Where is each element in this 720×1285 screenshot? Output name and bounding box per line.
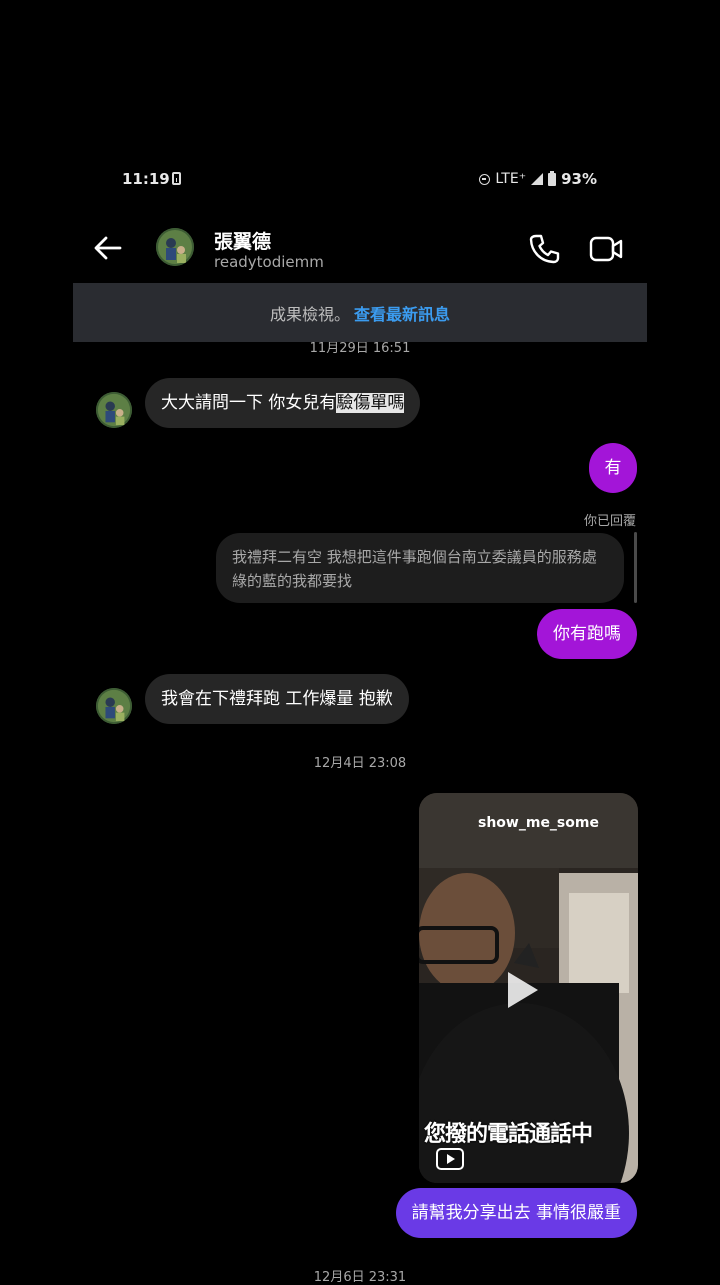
message-bubble-outgoing[interactable]: 你有跑嗎 [537,609,637,659]
signal-icon [531,173,544,185]
reel-author[interactable]: show_me_some [478,815,599,831]
view-latest-messages-link[interactable]: 查看最新訊息 [354,301,450,325]
contact-username[interactable]: readytodiemm [214,253,324,271]
reel-caption: 您撥的電話通話中 [424,1122,593,1147]
avatar[interactable] [96,392,132,428]
battery-icon [548,170,557,186]
message-bubble-incoming[interactable]: 我會在下禮拜跑 工作爆量 抱歉 [145,674,409,724]
message-bubble-outgoing[interactable]: 有 [589,443,637,493]
video-call-icon[interactable] [588,232,624,266]
avatar[interactable] [96,688,132,724]
do-not-disturb-icon [479,173,491,185]
play-icon[interactable] [508,972,538,1008]
timestamp: 12月4日 23:08 [313,756,407,771]
message-text: 大大請問一下 你女兒有 [161,393,337,413]
reply-label: 你已回覆 [583,514,636,529]
reels-icon [436,1148,464,1170]
new-messages-banner: 成果檢視。 查看最新訊息 [73,283,647,342]
quoted-reply[interactable]: 我禮拜二有空 我想把這件事跑個台南立委議員的服務處 綠的藍的我都要找 [216,533,624,603]
timestamp: 12月6日 23:31 [313,1270,407,1285]
status-indicators: LTE⁺ 93% [479,170,597,188]
battery-percent: 93% [561,170,597,188]
contact-name[interactable]: 張翼德 [214,227,271,254]
phone-icon[interactable] [527,232,561,266]
reply-indicator-bar [634,532,637,603]
message-bubble-incoming[interactable]: 大大請問一下 你女兒有驗傷單嗎 [145,378,421,428]
network-type: LTE⁺ [495,171,527,187]
sim-card-icon [172,172,181,185]
banner-text: 成果檢視。 [269,304,350,324]
message-bubble-outgoing[interactable]: 請幫我分享出去 事情很嚴重 [395,1188,637,1238]
back-arrow-icon[interactable] [92,232,124,264]
status-time: 11:19 [122,170,170,188]
highlighted-text: 驗傷單嗎 [336,393,405,413]
contact-avatar[interactable] [156,228,194,266]
